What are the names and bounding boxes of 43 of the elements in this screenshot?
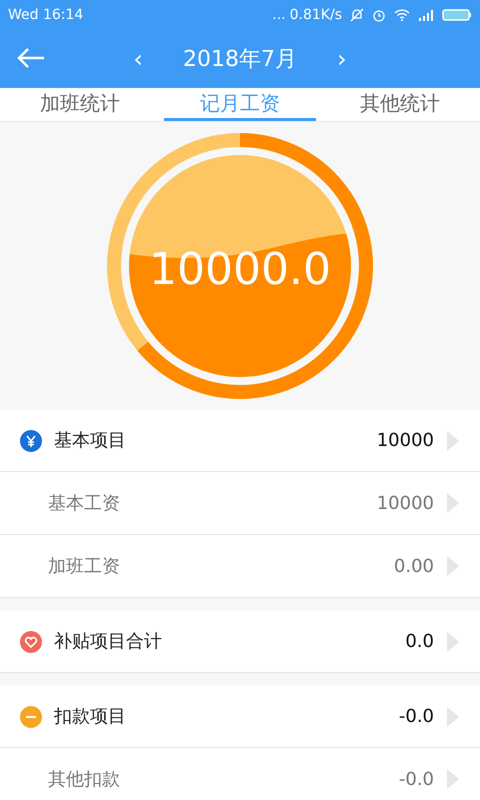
- item-row[interactable]: 加班工资 0.00: [0, 535, 480, 598]
- section-label: 补贴项目合计: [54, 630, 162, 654]
- section-amount: -0.0: [398, 705, 434, 729]
- next-month-button[interactable]: ›: [337, 41, 347, 77]
- network-speed: 0.81K/s: [290, 6, 342, 24]
- section-row[interactable]: 补贴项目合计 0.0: [0, 611, 480, 673]
- status-dots: ...: [272, 6, 286, 24]
- item-amount: 0.00: [394, 554, 434, 578]
- item-label: 其他扣款: [48, 768, 120, 792]
- section-row[interactable]: 扣款项目 -0.0: [0, 686, 480, 748]
- chevron-icon: [446, 630, 460, 652]
- section-row[interactable]: 基本项目 10000: [0, 410, 480, 472]
- item-label: 基本工资: [48, 492, 120, 516]
- chevron-icon: [446, 706, 460, 728]
- section-amount: 0.0: [405, 630, 434, 654]
- month-title: 2018年7月: [183, 46, 297, 74]
- yen-icon: [20, 430, 42, 452]
- tab[interactable]: 加班统计: [4, 88, 156, 121]
- chevron-icon: [446, 430, 460, 452]
- chevron-icon: [446, 555, 460, 577]
- chevron-icon: [446, 492, 460, 514]
- chevron-icon: [446, 768, 460, 790]
- item-label: 加班工资: [48, 554, 120, 578]
- section-label: 基本项目: [54, 429, 126, 453]
- section-label: 扣款项目: [54, 705, 126, 729]
- previous-month-button[interactable]: ‹: [133, 41, 143, 77]
- item-row[interactable]: 基本工资 10000: [0, 472, 480, 535]
- back-arrow-icon: [16, 46, 46, 70]
- back-button[interactable]: [16, 46, 46, 70]
- minus-icon: [20, 706, 42, 728]
- bell-off-icon: [350, 8, 364, 22]
- item-amount: -0.0: [398, 768, 434, 792]
- signal-icon: [418, 9, 434, 21]
- section-amount: 10000: [376, 429, 434, 453]
- item-amount: 10000: [376, 492, 434, 516]
- tab[interactable]: 记月工资: [164, 88, 316, 121]
- status-time: Wed 16:14: [8, 6, 84, 24]
- item-row[interactable]: 其他扣款 -0.0: [0, 748, 480, 800]
- tab[interactable]: 其他统计: [324, 88, 476, 121]
- wifi-icon: [394, 9, 410, 21]
- gauge-value: 10000.0: [149, 243, 331, 297]
- alarm-icon: [372, 8, 386, 22]
- battery-icon: [442, 8, 472, 22]
